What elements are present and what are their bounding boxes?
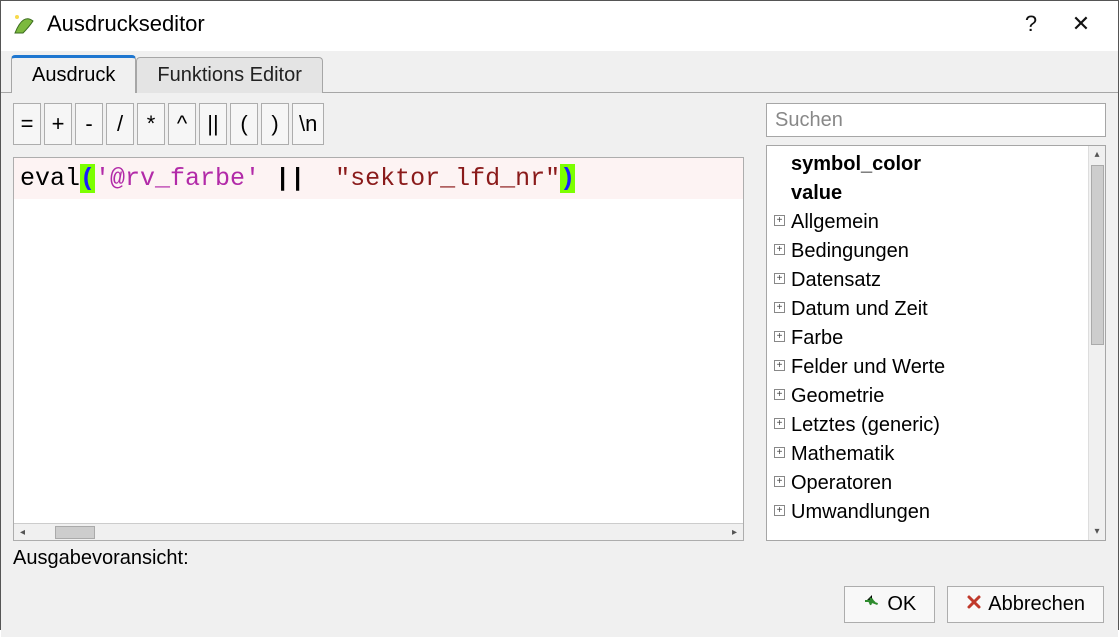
tree-item-label: symbol_color [791,153,921,175]
tree-item[interactable]: + Datum und Zeit [771,295,1084,324]
scroll-v-track[interactable] [1089,163,1105,523]
tree-item[interactable]: + Operatoren [771,469,1084,498]
editor-h-scrollbar[interactable]: ◂ ▸ [14,523,743,540]
tree-item[interactable]: + Felder und Werte [771,353,1084,382]
window-title: Ausdruckseditor [47,11,1006,37]
tree-item[interactable]: + Letztes (generic) [771,411,1084,440]
op-paren-close[interactable]: ) [261,103,289,145]
ok-button[interactable]: OK [844,586,935,623]
tree-item[interactable]: + Bedingungen [771,237,1084,266]
tree-item-label: Datum und Zeit [791,298,928,320]
tree-item[interactable]: + Geometrie [771,382,1084,411]
tok-string: '@rv_farbe' [95,164,260,193]
tree-item[interactable]: + Allgemein [771,208,1084,237]
tree-item-label: Letztes (generic) [791,414,940,436]
ok-label: OK [887,593,916,616]
tree-list: symbol_colorvalue+Allgemein+Bedingungen+… [767,146,1088,540]
tok-paren-open: ( [80,164,95,193]
tok-concat: || [275,164,305,193]
tree-item[interactable]: + Farbe [771,324,1084,353]
op-concat[interactable]: || [199,103,227,145]
expression-line: eval('@rv_farbe' || "sektor_lfd_nr") [14,158,743,199]
tree-item[interactable]: + Umwandlungen [771,498,1084,527]
tree-item[interactable]: symbol_color [771,150,1084,179]
op-paren-open[interactable]: ( [230,103,258,145]
close-button[interactable]: ✕ [1056,1,1106,47]
expand-icon[interactable]: + [774,244,785,255]
tree-item-label: Operatoren [791,472,892,494]
expand-icon[interactable]: + [774,331,785,342]
right-pane: symbol_colorvalue+Allgemein+Bedingungen+… [766,103,1106,541]
tree-item-label: Felder und Werte [791,356,945,378]
op-plus[interactable]: + [44,103,72,145]
tree-v-scrollbar[interactable]: ▴ ▾ [1088,146,1105,540]
tree-item-label: Allgemein [791,211,879,233]
app-icon [11,11,37,37]
tree-item[interactable]: value [771,179,1084,208]
help-button[interactable]: ? [1006,1,1056,47]
expand-icon[interactable]: + [774,505,785,516]
tree-item-label: Farbe [791,327,843,349]
tree-item-label: Mathematik [791,443,894,465]
tree-item[interactable]: + Mathematik [771,440,1084,469]
scroll-right-icon[interactable]: ▸ [726,524,743,541]
tree-item-label: Datensatz [791,269,881,291]
tab-expression[interactable]: Ausdruck [11,55,136,93]
op-minus[interactable]: - [75,103,103,145]
tok-paren-close: ) [560,164,575,193]
tab-bar: Ausdruck Funktions Editor [1,51,1118,93]
scroll-h-track[interactable] [31,524,726,541]
scroll-down-icon[interactable]: ▾ [1089,523,1105,540]
cancel-label: Abbrechen [988,593,1085,616]
left-pane: = + - / * ^ || ( ) \n eval('@rv_farbe' |… [13,103,744,541]
expand-icon[interactable]: + [774,215,785,226]
tok-func: eval [20,164,80,193]
tab-function-editor[interactable]: Funktions Editor [136,57,323,93]
function-tree: symbol_colorvalue+Allgemein+Bedingungen+… [766,145,1106,541]
expand-icon[interactable]: + [774,360,785,371]
op-divide[interactable]: / [106,103,134,145]
tree-item-label: Bedingungen [791,240,909,262]
scroll-up-icon[interactable]: ▴ [1089,146,1105,163]
search-input[interactable] [766,103,1106,137]
op-equals[interactable]: = [13,103,41,145]
tree-item[interactable]: + Datensatz [771,266,1084,295]
expand-icon[interactable]: + [774,476,785,487]
content-area: = + - / * ^ || ( ) \n eval('@rv_farbe' |… [1,93,1118,541]
tree-item-label: Umwandlungen [791,501,930,523]
op-power[interactable]: ^ [168,103,196,145]
scroll-h-thumb[interactable] [55,526,95,539]
expand-icon[interactable]: + [774,273,785,284]
expand-icon[interactable]: + [774,302,785,313]
titlebar: Ausdruckseditor ? ✕ [1,1,1118,47]
cancel-icon [966,594,982,615]
ok-icon [863,593,881,616]
op-newline[interactable]: \n [292,103,324,145]
preview-label: Ausgabevoransicht: [13,547,189,569]
scroll-left-icon[interactable]: ◂ [14,524,31,541]
dialog-buttons: OK Abbrechen [1,576,1118,637]
tok-field: "sektor_lfd_nr" [335,164,560,193]
cancel-button[interactable]: Abbrechen [947,586,1104,623]
expression-editor[interactable]: eval('@rv_farbe' || "sektor_lfd_nr") ◂ ▸ [13,157,744,541]
tree-item-label: value [791,182,842,204]
preview-row: Ausgabevoransicht: [1,541,1118,576]
expand-icon[interactable]: + [774,418,785,429]
scroll-v-thumb[interactable] [1091,165,1104,345]
operator-toolbar: = + - / * ^ || ( ) \n [13,103,744,145]
tree-item-label: Geometrie [791,385,884,407]
expand-icon[interactable]: + [774,389,785,400]
op-multiply[interactable]: * [137,103,165,145]
expand-icon[interactable]: + [774,447,785,458]
